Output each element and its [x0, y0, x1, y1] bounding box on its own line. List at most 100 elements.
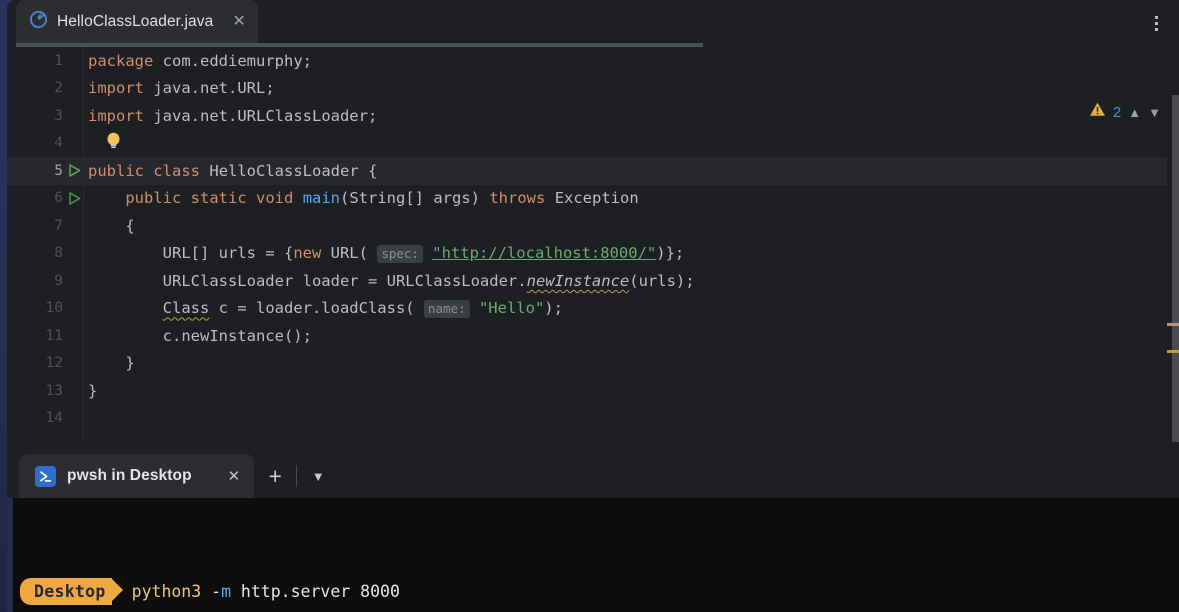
warning-triangle-icon[interactable] — [1089, 101, 1106, 123]
line-number: 8 — [54, 245, 63, 262]
code-text: } — [85, 382, 97, 400]
warning-marker[interactable] — [1167, 350, 1179, 353]
more-vertical-icon[interactable] — [1145, 11, 1167, 35]
token-import-path: java.net.URLClassLoader; — [153, 106, 378, 125]
token-brace: } — [88, 381, 98, 400]
line-number: 4 — [54, 135, 63, 152]
token-keyword: class — [153, 161, 201, 180]
close-icon[interactable]: ✕ — [232, 13, 245, 30]
token-brace: { — [125, 216, 135, 235]
run-triangle-icon[interactable] — [63, 191, 85, 206]
terminal-flag: m — [221, 582, 231, 601]
token-decl: URLClassLoader loader = URLClassLoader. — [162, 271, 527, 290]
code-text: } — [85, 354, 135, 373]
code-line: 13 } — [7, 377, 1179, 405]
code-text: import java.net.URLClassLoader; — [85, 107, 377, 125]
inspection-widget: 2 ▲ ▼ — [1089, 101, 1161, 123]
token-keyword: static — [190, 189, 247, 208]
token-decl: URL[] urls = { — [162, 244, 294, 263]
code-text: public class HelloClassLoader { — [85, 162, 377, 180]
token-tail: )}; — [656, 244, 685, 263]
token-keyword: public — [88, 161, 144, 180]
run-triangle-icon[interactable] — [63, 163, 85, 178]
editor-tab-helloclassloader[interactable]: HelloClassLoader.java ✕ — [16, 0, 258, 43]
token-ctor: URL( — [321, 244, 378, 263]
terminal-command-line: Desktop python3 -m http.server 8000 — [20, 578, 1179, 605]
editor-tab-label: HelloClassLoader.java — [57, 12, 214, 30]
line-number: 12 — [45, 355, 63, 372]
code-text: URLClassLoader loader = URLClassLoader.n… — [85, 272, 695, 290]
token-package: com.eddiemurphy; — [162, 51, 312, 70]
token-tail: (urls); — [629, 271, 695, 290]
terminal-command-args: http.server 8000 — [231, 582, 400, 601]
token-keyword: void — [256, 189, 294, 208]
code-text: c.newInstance(); — [85, 327, 312, 345]
code-line-current: 5 public class HelloClassLoader { — [7, 157, 1179, 185]
terminal-output[interactable]: Desktoppython3 -m http.server 8000 Servi… — [7, 498, 1179, 612]
code-line: 7 { — [7, 212, 1179, 240]
code-editor[interactable]: 1 package com.eddiemurphy; 2 import java… — [7, 47, 1179, 442]
token-stmt: c.newInstance(); — [162, 326, 312, 345]
code-line: 3 import java.net.URLClassLoader; — [7, 102, 1179, 130]
warning-marker[interactable] — [1167, 323, 1179, 326]
token-type-class: Class — [162, 299, 210, 318]
token-tail: ); — [544, 299, 563, 318]
code-text: package com.eddiemurphy; — [85, 52, 312, 70]
chevron-up-icon[interactable]: ▲ — [1128, 105, 1141, 120]
code-lines: 1 package com.eddiemurphy; 2 import java… — [7, 47, 1179, 432]
code-text: Class c = loader.loadClass( name: "Hello… — [85, 299, 563, 319]
token-keyword: throws — [489, 189, 546, 208]
line-number: 6 — [54, 190, 63, 207]
string-url-literal[interactable]: "http://localhost:8000/" — [432, 244, 656, 262]
token-decl: c = loader.loadClass( — [209, 299, 424, 318]
terminal-tab-bar: pwsh in Desktop ✕ + ▼ — [7, 445, 1179, 498]
token-class-name: HelloClassLoader { — [209, 161, 378, 180]
terminal-command-name: python3 — [131, 582, 202, 601]
line-number: 3 — [54, 107, 63, 124]
param-hint-name: name: — [423, 300, 470, 319]
code-line: 10 Class c = loader.loadClass( name: "He… — [7, 295, 1179, 323]
string-hello-literal: "Hello" — [478, 299, 545, 318]
token-keyword: public — [125, 189, 182, 208]
line-number: 14 — [45, 410, 63, 427]
code-text: public static void main(String[] args) t… — [85, 189, 638, 208]
scrollbar-track[interactable] — [1172, 95, 1179, 442]
close-icon[interactable]: ✕ — [228, 467, 241, 485]
editor-tab-bar: HelloClassLoader.java ✕ — [7, 0, 1179, 47]
line-number: 5 — [54, 162, 63, 179]
token-keyword: new — [293, 244, 322, 263]
token-brace: } — [125, 354, 135, 373]
code-line: 2 import java.net.URL; — [7, 75, 1179, 103]
code-line: 11 c.newInstance(); — [7, 322, 1179, 350]
token-keyword: import — [88, 106, 144, 125]
screen: A a club nam comers to p In Harlem Hello… — [0, 0, 1179, 612]
code-text: { — [85, 216, 135, 235]
terminal-prompt-badge: Desktop — [20, 578, 112, 605]
code-line: 14 — [7, 405, 1179, 433]
terminal-tab-pwsh[interactable]: pwsh in Desktop ✕ — [19, 454, 255, 498]
chevron-down-icon[interactable]: ▼ — [1148, 105, 1161, 120]
terminal-actions: + ▼ — [254, 454, 339, 498]
line-number: 2 — [54, 80, 63, 97]
token-import-path: java.net.URL; — [153, 79, 275, 98]
token-keyword: import — [88, 79, 144, 98]
java-class-icon — [29, 10, 48, 34]
code-line: 12 } — [7, 350, 1179, 378]
code-line: 8 URL[] urls = {new URL( spec: "http://l… — [7, 240, 1179, 268]
terminal-tab-label: pwsh in Desktop — [67, 467, 192, 484]
code-text: URL[] urls = {new URL( spec: "http://loc… — [85, 244, 685, 264]
chevron-down-icon[interactable]: ▼ — [297, 454, 339, 498]
line-number: 10 — [45, 300, 63, 317]
line-number: 1 — [54, 52, 63, 69]
line-number: 9 — [54, 272, 63, 289]
token-keyword: package — [88, 51, 154, 70]
lightbulb-icon[interactable] — [106, 132, 121, 154]
code-line: 9 URLClassLoader loader = URLClassLoader… — [7, 267, 1179, 295]
editor-marker-scrollbar[interactable] — [1167, 95, 1179, 442]
line-number: 7 — [54, 217, 63, 234]
token-params: (String[] args) — [340, 189, 480, 208]
code-line: 4 — [7, 130, 1179, 158]
terminal-panel: pwsh in Desktop ✕ + ▼ Desktop python3 -m … — [7, 445, 1179, 612]
code-line: 1 package com.eddiemurphy; — [7, 47, 1179, 75]
plus-icon[interactable]: + — [254, 454, 296, 498]
